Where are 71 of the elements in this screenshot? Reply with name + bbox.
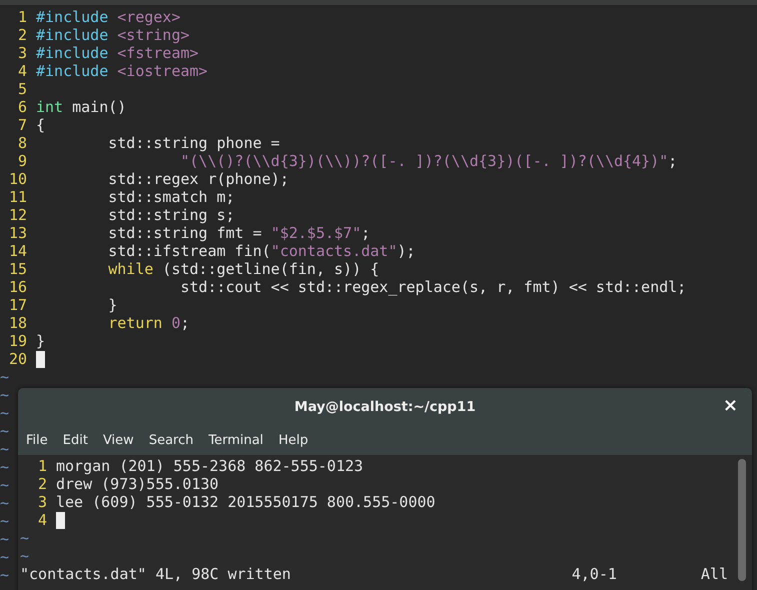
line-number: 10	[8, 170, 27, 188]
empty-line-marker: ~	[20, 547, 30, 565]
line-number: 11	[8, 188, 27, 206]
empty-line-marker: ~	[0, 422, 10, 440]
code-line: {	[36, 116, 46, 134]
line-number: 15	[8, 260, 27, 278]
code-line: std::ifstream fin("contacts.dat");	[107, 242, 416, 260]
empty-line-marker: ~	[0, 386, 10, 404]
empty-line-marker: ~	[0, 440, 10, 458]
code-line: #include <iostream>	[36, 62, 208, 80]
code-line: std::regex r(phone);	[107, 170, 289, 188]
menu-item[interactable]: File	[26, 432, 48, 448]
scrollbar[interactable]	[738, 459, 746, 581]
line-number: 8	[16, 134, 27, 152]
code-line: std::string phone =	[107, 134, 280, 152]
line-number: 2	[36, 475, 47, 493]
empty-line-marker: ~	[0, 368, 10, 386]
line-number: 12	[8, 206, 27, 224]
code-line: "(\\()?(\\d{3})(\\))?([-. ])?(\\d{3})([-. ])?(\\d{4})";	[179, 152, 678, 170]
status-message: "contacts.dat" 4L, 98C written	[20, 565, 291, 583]
line-number: 16	[8, 278, 27, 296]
window-title: May@localhost:~/cpp11	[294, 398, 476, 414]
code-line: std::string s;	[107, 206, 235, 224]
menu-item[interactable]: Edit	[62, 432, 88, 448]
scroll-position: All	[700, 565, 728, 583]
line-number: 3	[16, 44, 27, 62]
menu-item[interactable]: Search	[148, 432, 194, 448]
line-number: 2	[16, 26, 27, 44]
code-line: #include <regex>	[36, 8, 180, 26]
code-line: #include <fstream>	[36, 44, 199, 62]
empty-line-marker: ~	[0, 476, 10, 494]
line-number: 20	[8, 350, 27, 368]
code-line: std::string fmt = "$2.$5.$7";	[107, 224, 370, 242]
empty-line-marker: ~	[0, 530, 10, 548]
line-number: 4	[36, 511, 47, 529]
line-number: 18	[8, 314, 27, 332]
code-line: }	[107, 296, 118, 314]
code-line: std::smatch m;	[107, 188, 235, 206]
empty-line-marker: ~	[0, 548, 10, 566]
text-line: drew (973)555.0130	[56, 475, 219, 493]
empty-line-marker: ~	[0, 458, 10, 476]
code-line: return 0;	[107, 314, 190, 332]
close-button[interactable]: ×	[718, 396, 742, 416]
empty-line-marker: ~	[0, 404, 10, 422]
line-number: 14	[8, 242, 27, 260]
code-line: #include <string>	[36, 26, 190, 44]
code-line: }	[36, 332, 46, 350]
line-number: 4	[16, 62, 27, 80]
line-number: 1	[36, 457, 47, 475]
menu-item[interactable]: Terminal	[208, 432, 264, 448]
code-line: while (std::getline(fin, s)) {	[107, 260, 380, 278]
menu-item[interactable]: View	[102, 432, 134, 448]
line-number: 7	[16, 116, 27, 134]
line-number: 9	[16, 152, 27, 170]
empty-line-marker: ~	[0, 512, 10, 530]
line-number: 17	[8, 296, 27, 314]
cursor-position: 4,0-1	[572, 565, 617, 583]
menu-item[interactable]: Help	[278, 432, 308, 448]
empty-line-marker: ~	[0, 494, 10, 512]
empty-line-marker: ~	[0, 566, 10, 584]
line-number: 1	[16, 8, 27, 26]
code-line: int main()	[36, 98, 126, 116]
empty-line-marker: ~	[20, 529, 30, 547]
line-number: 3	[36, 493, 47, 511]
line-number: 6	[16, 98, 27, 116]
text-line: morgan (201) 555-2368 862-555-0123	[56, 457, 364, 475]
line-number: 13	[8, 224, 27, 242]
line-number: 19	[8, 332, 27, 350]
text-line: lee (609) 555-0132 2015550175 800.555-0000	[56, 493, 436, 511]
line-number: 5	[16, 80, 27, 98]
code-line: std::cout << std::regex_replace(s, r, fmt) << std::endl;	[179, 278, 686, 296]
